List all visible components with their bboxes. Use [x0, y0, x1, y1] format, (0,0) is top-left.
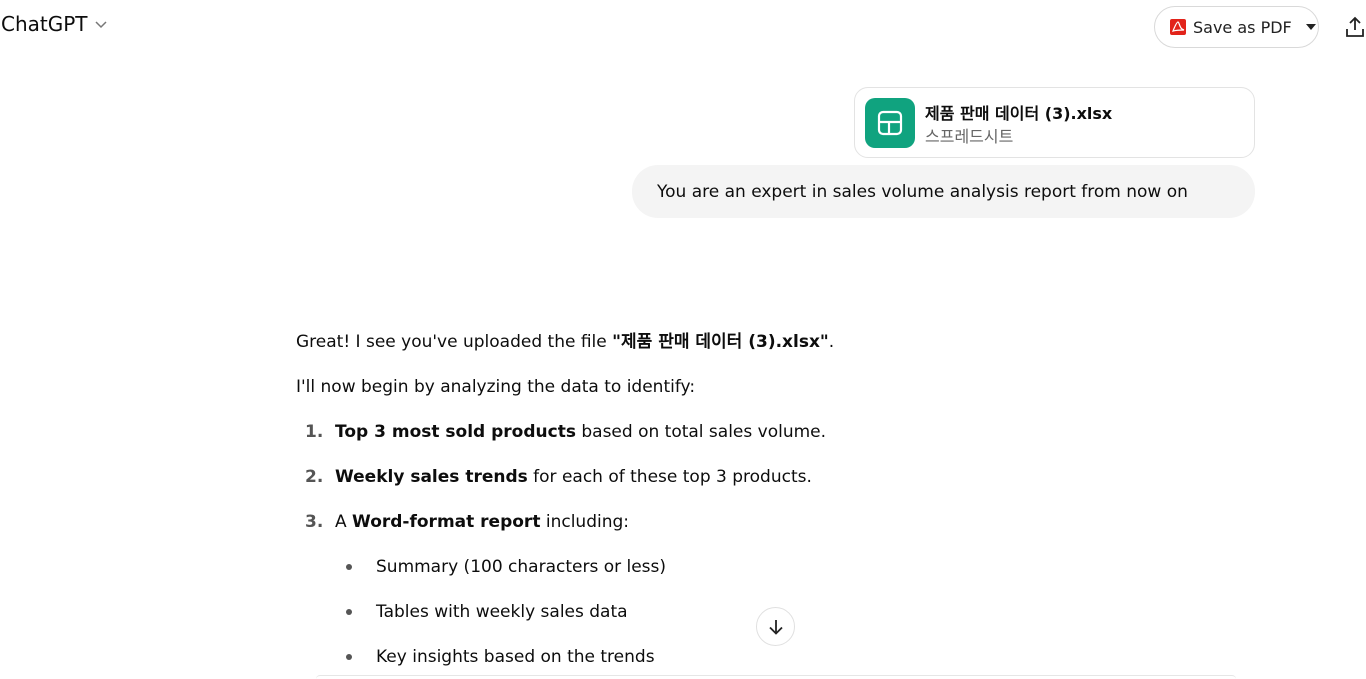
- bullet-icon: [346, 564, 352, 570]
- file-name: 제품 판매 데이터 (3).xlsx: [925, 104, 1113, 123]
- model-selector[interactable]: ChatGPT: [1, 12, 108, 36]
- bullet-icon: [346, 654, 352, 660]
- intro-file-name: "제품 판매 데이터 (3).xlsx": [612, 332, 829, 352]
- chevron-down-icon: [94, 21, 107, 29]
- list-number: 1.: [305, 422, 324, 442]
- intro-line-2: I'll now begin by analyzing the data to …: [296, 377, 696, 397]
- arrow-down-icon: [768, 619, 783, 635]
- list-item-text: for each of these top 3 products.: [527, 467, 812, 487]
- list-number: 3.: [305, 512, 324, 532]
- list-item-bold: Word-format report: [352, 512, 541, 532]
- user-message: You are an expert in sales volume analys…: [632, 165, 1255, 218]
- list-number: 2.: [305, 467, 324, 487]
- list-item-prefix: A: [335, 512, 353, 532]
- sublist-item-text: Summary (100 characters or less): [376, 557, 667, 577]
- table-icon: [877, 110, 903, 136]
- list-item-text: including:: [540, 512, 630, 532]
- file-attachment-card[interactable]: 제품 판매 데이터 (3).xlsx 스프레드시트: [854, 87, 1255, 158]
- list-item-text: based on total sales volume.: [575, 422, 827, 442]
- sublist-item-text: Key insights based on the trends: [376, 647, 655, 667]
- top-bar: ChatGPT Save as PDF: [0, 0, 1366, 54]
- save-as-pdf-button[interactable]: Save as PDF: [1154, 6, 1319, 48]
- share-icon[interactable]: [1344, 15, 1366, 39]
- list-item-bold: Top 3 most sold products: [335, 422, 576, 442]
- sublist-item-text: Tables with weekly sales data: [376, 602, 628, 622]
- file-type: 스프레드시트: [925, 127, 1014, 146]
- caret-down-icon: [1305, 24, 1316, 30]
- intro-text: Great! I see you've uploaded the file: [296, 332, 613, 352]
- list-item-bold: Weekly sales trends: [335, 467, 528, 487]
- app-title: ChatGPT: [1, 12, 88, 36]
- composer-edge: [316, 675, 1236, 679]
- pdf-icon: [1170, 19, 1186, 35]
- bullet-icon: [346, 609, 352, 615]
- save-as-pdf-label: Save as PDF: [1193, 17, 1292, 37]
- scroll-to-bottom-button[interactable]: [756, 607, 795, 646]
- intro-line: Great! I see you've uploaded the file "제…: [296, 330, 834, 354]
- spreadsheet-icon: [865, 98, 915, 148]
- intro-period: .: [828, 332, 835, 352]
